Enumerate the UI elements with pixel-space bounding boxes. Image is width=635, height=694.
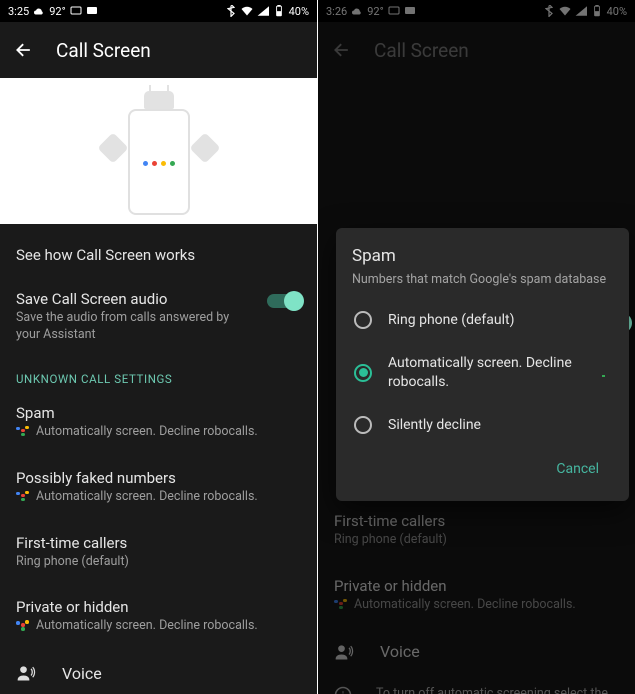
signal-icon — [257, 5, 269, 17]
option-ring-phone[interactable]: Ring phone (default) — [352, 299, 613, 342]
page-title: Call Screen — [56, 39, 151, 62]
faked-numbers-row[interactable]: Possibly faked numbers Automatically scr… — [16, 455, 301, 520]
assistant-icon — [16, 491, 30, 501]
assistant-icon — [16, 426, 30, 436]
dialog-title: Spam — [352, 246, 613, 266]
save-audio-title: Save Call Screen audio — [16, 290, 301, 308]
hero-illustration — [0, 78, 317, 224]
voice-row[interactable]: Voice — [16, 649, 301, 694]
cancel-button[interactable]: Cancel — [546, 453, 609, 485]
spam-title: Spam — [16, 404, 301, 422]
save-audio-row[interactable]: Save Call Screen audio Save the audio fr… — [16, 276, 301, 358]
how-it-works-link[interactable]: See how Call Screen works — [16, 224, 301, 276]
first-time-subtitle: Ring phone (default) — [16, 554, 301, 571]
bluetooth-icon — [225, 5, 237, 17]
voice-label: Voice — [62, 664, 102, 683]
cast-icon — [70, 5, 82, 17]
spam-subtitle: Automatically screen. Decline robocalls. — [16, 424, 301, 441]
phone-left: 3:25 92° 40% — [0, 0, 317, 694]
unknown-call-settings-header: UNKNOWN CALL SETTINGS — [16, 358, 301, 390]
weather-icon — [33, 5, 45, 17]
save-audio-subtitle: Save the audio from calls answered by yo… — [16, 310, 236, 344]
radio-selected-icon[interactable] — [354, 364, 372, 382]
back-button[interactable] — [14, 40, 34, 60]
wifi-icon — [241, 5, 253, 17]
radio-unselected-icon[interactable] — [354, 416, 372, 434]
faked-subtitle: Automatically screen. Decline robocalls. — [16, 489, 301, 506]
battery-icon — [273, 5, 285, 17]
private-subtitle: Automatically screen. Decline robocalls. — [16, 618, 301, 635]
spam-dialog: Spam Numbers that match Google's spam da… — [336, 228, 629, 501]
first-time-title: First-time callers — [16, 534, 301, 552]
faked-title: Possibly faked numbers — [16, 469, 301, 487]
private-title: Private or hidden — [16, 598, 301, 616]
private-row[interactable]: Private or hidden Automatically screen. … — [16, 584, 301, 649]
status-temp: 92° — [49, 5, 65, 18]
status-bar: 3:25 92° 40% — [0, 0, 317, 22]
assistant-icon — [16, 620, 30, 630]
phone-right: 3:26 92° 40% — [318, 0, 635, 694]
status-battery: 40% — [289, 5, 309, 18]
radio-unselected-icon[interactable] — [354, 311, 372, 329]
app-bar: Call Screen — [0, 22, 317, 78]
first-time-row[interactable]: First-time callers Ring phone (default) — [16, 520, 301, 585]
option-auto-screen[interactable]: Automatically screen. Decline robocalls. — [352, 342, 613, 404]
assistant-icon — [597, 368, 611, 378]
option-silently-decline[interactable]: Silently decline — [352, 404, 613, 447]
save-audio-toggle[interactable] — [267, 294, 301, 308]
voice-icon — [16, 663, 36, 683]
settings-list: See how Call Screen works Save Call Scre… — [0, 224, 317, 694]
screenshot-icon — [86, 5, 98, 17]
dialog-subtitle: Numbers that match Google's spam databas… — [352, 272, 613, 287]
spam-row[interactable]: Spam Automatically screen. Decline roboc… — [16, 390, 301, 455]
status-time: 3:25 — [8, 5, 29, 18]
